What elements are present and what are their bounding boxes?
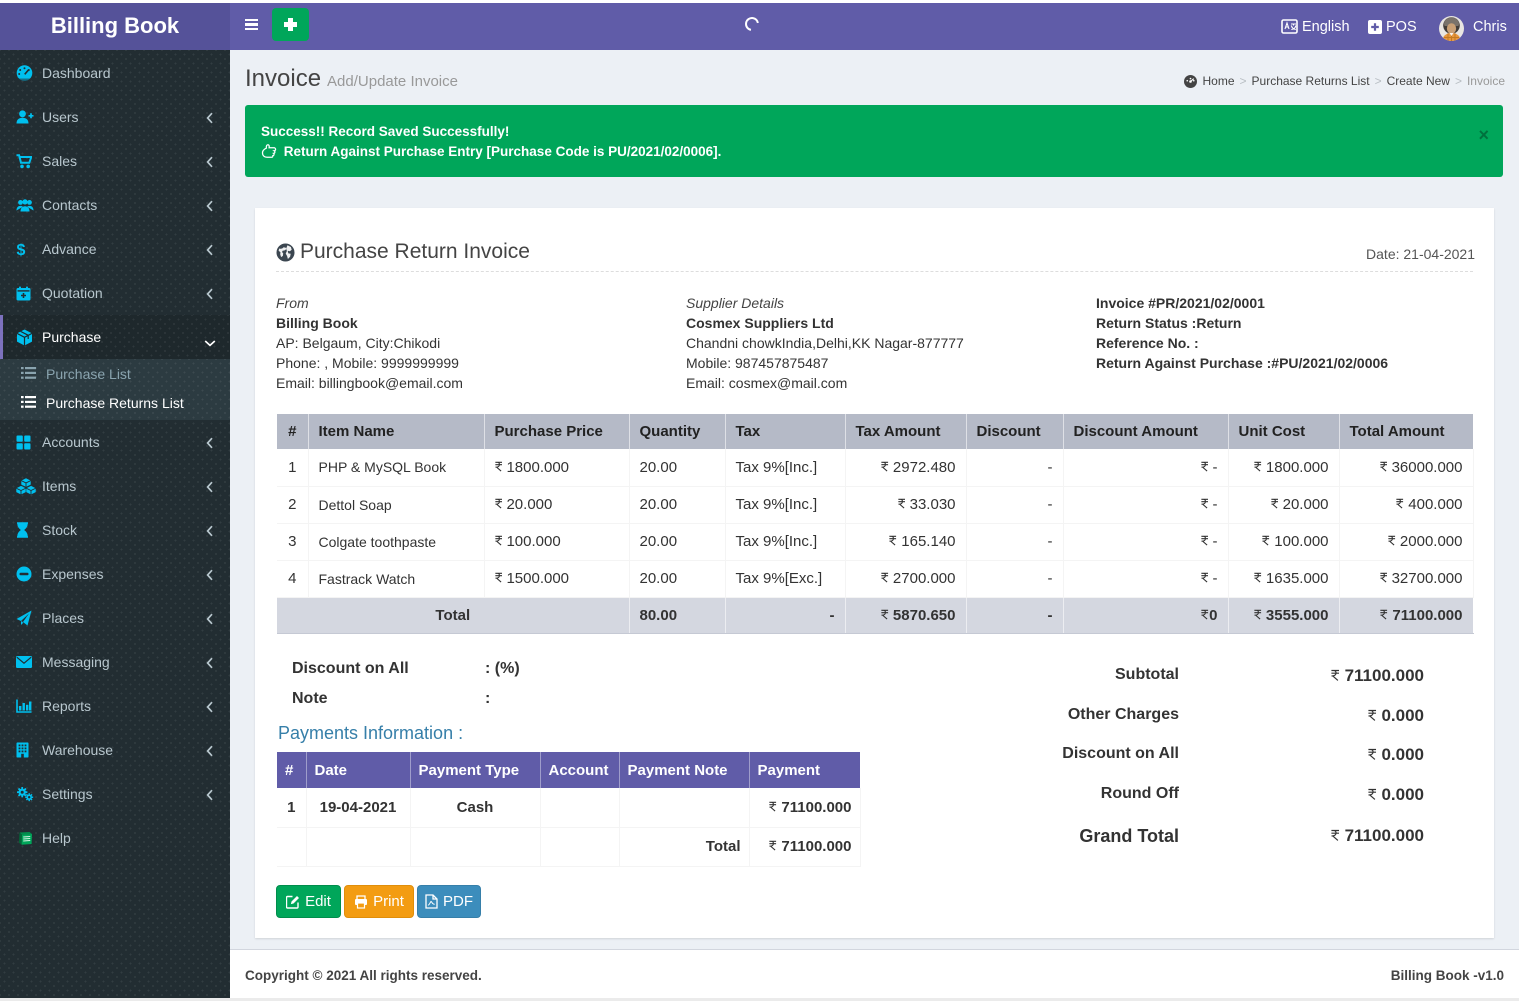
svg-text:$: $ [17, 242, 26, 258]
